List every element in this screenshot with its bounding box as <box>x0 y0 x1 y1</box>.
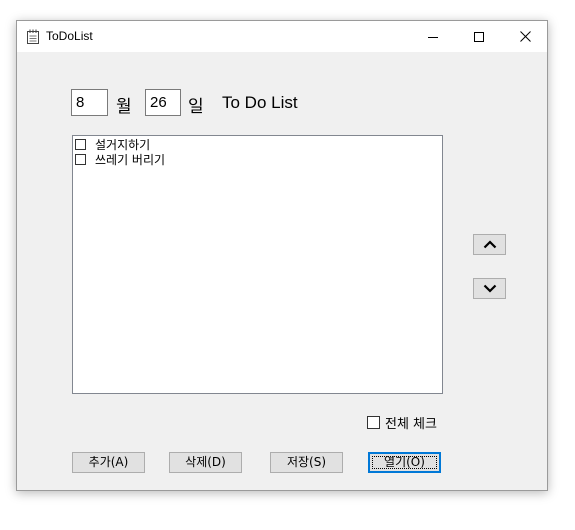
notepad-icon <box>27 29 39 44</box>
chevron-up-icon <box>483 240 496 249</box>
minimize-button[interactable] <box>410 21 456 52</box>
minimize-icon <box>428 36 438 38</box>
focus-rectangle <box>372 456 437 469</box>
day-label: 일 <box>188 97 204 117</box>
month-input[interactable]: 8 <box>71 89 108 116</box>
delete-button[interactable]: 삭제(D) <box>169 452 242 473</box>
title-bar[interactable]: ToDoList <box>17 21 547 52</box>
day-input[interactable]: 26 <box>145 89 181 116</box>
month-label: 월 <box>116 97 132 117</box>
close-icon <box>519 31 531 42</box>
page-title: To Do List <box>222 93 298 112</box>
maximize-icon <box>474 31 484 42</box>
item-checkbox[interactable] <box>75 154 86 165</box>
chevron-down-icon <box>483 284 496 293</box>
check-all-checkbox[interactable]: 전체 체크 <box>367 413 437 432</box>
window-title: ToDoList <box>46 29 93 43</box>
move-up-button[interactable] <box>473 234 506 255</box>
list-item[interactable]: 쓰레기 버리기 <box>75 152 165 167</box>
open-button[interactable]: 열기(O) <box>368 452 441 473</box>
check-all-box[interactable] <box>367 416 380 429</box>
close-button[interactable] <box>502 21 548 52</box>
list-item[interactable]: 설거지하기 <box>75 137 150 152</box>
save-button[interactable]: 저장(S) <box>270 452 343 473</box>
item-checkbox[interactable] <box>75 139 86 150</box>
add-button[interactable]: 추가(A) <box>72 452 145 473</box>
todo-listbox[interactable]: 설거지하기 쓰레기 버리기 <box>72 135 443 394</box>
check-all-label: 전체 체크 <box>385 417 437 432</box>
list-item-label: 쓰레기 버리기 <box>95 153 166 167</box>
move-down-button[interactable] <box>473 278 506 299</box>
app-window: ToDoList 8 월 26 일 To Do List 설거지하기 쓰레기 버… <box>16 20 548 491</box>
maximize-button[interactable] <box>456 21 502 52</box>
